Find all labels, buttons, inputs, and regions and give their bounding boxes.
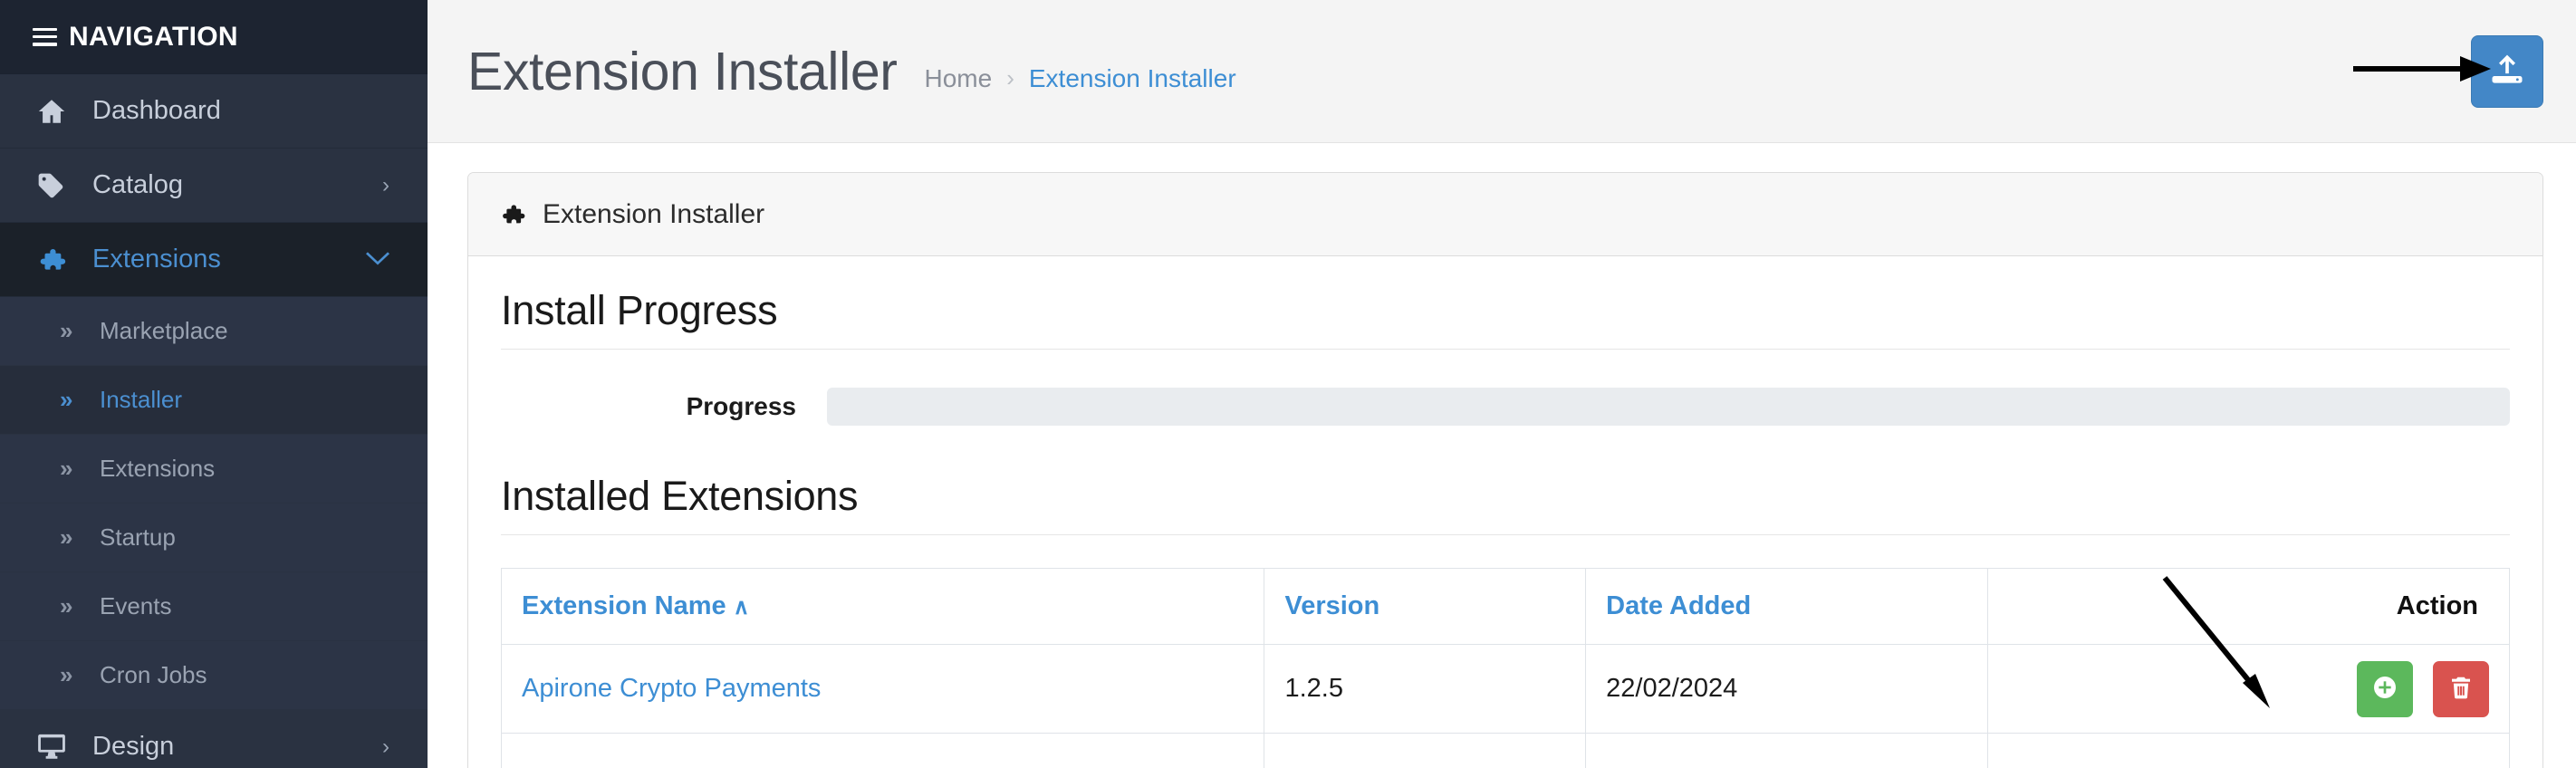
cell-action <box>1986 733 2511 768</box>
sidebar-subitem-label: Marketplace <box>100 317 228 344</box>
table-header-row: Extension Name ∧ Version Date Added Actio… <box>500 568 2511 645</box>
panel-header-title: Extension Installer <box>543 198 765 229</box>
sidebar-item-label: Design <box>92 732 175 761</box>
progress-bar <box>827 388 2510 426</box>
plus-circle-icon <box>2370 673 2399 705</box>
installed-extensions-title: Installed Extensions <box>501 473 2510 535</box>
uninstall-button[interactable] <box>2433 660 2489 717</box>
tag-icon <box>36 171 78 200</box>
header-actions <box>2471 34 2543 108</box>
double-chevron-icon: » <box>60 317 72 344</box>
page-title: Extension Installer <box>467 41 898 101</box>
double-chevron-icon: » <box>60 386 72 413</box>
table-row <box>500 733 2511 768</box>
column-header-action: Action <box>1986 568 2511 645</box>
chevron-right-icon: › <box>382 734 389 759</box>
upload-button[interactable] <box>2471 34 2543 108</box>
hamburger-icon[interactable] <box>33 27 57 46</box>
double-chevron-icon: » <box>60 592 72 619</box>
panel-body: Install Progress Progress Installed Exte… <box>468 256 2542 768</box>
chevron-right-icon: › <box>1006 64 1014 91</box>
sidebar-item-label: Extensions <box>92 245 221 274</box>
navigation-header[interactable]: NAVIGATION <box>0 0 428 74</box>
installed-extensions-table: Extension Name ∧ Version Date Added Actio… <box>500 568 2511 768</box>
column-header-version[interactable]: Version <box>1264 568 1587 645</box>
sidebar-subitem-extensions[interactable]: » Extensions <box>0 435 428 504</box>
sidebar-item-design[interactable]: Design › <box>0 710 428 768</box>
sidebar-item-label: Catalog <box>92 170 183 199</box>
chevron-down-icon <box>366 249 389 271</box>
page-root: NAVIGATION Dashboard Catalog › Extension… <box>0 0 2576 768</box>
sidebar-subitem-events[interactable]: » Events <box>0 572 428 641</box>
column-header-date-added[interactable]: Date Added <box>1585 568 1988 645</box>
column-header-label: Extension Name <box>522 591 726 620</box>
panel-header: Extension Installer <box>468 173 2542 256</box>
puzzle-icon <box>36 245 78 275</box>
column-header-extension-name[interactable]: Extension Name ∧ <box>500 568 1265 645</box>
navigation-header-label: NAVIGATION <box>69 21 238 52</box>
progress-row: Progress <box>501 388 2510 426</box>
sidebar-subitem-startup[interactable]: » Startup <box>0 504 428 572</box>
install-progress-title: Install Progress <box>501 287 2510 350</box>
puzzle-icon <box>499 201 526 228</box>
extension-installer-panel: Extension Installer Install Progress Pro… <box>467 172 2543 768</box>
cell-extension-name <box>500 733 1265 768</box>
sidebar-subitem-label: Startup <box>100 523 176 551</box>
monitor-icon <box>36 732 78 763</box>
sidebar-item-extensions[interactable]: Extensions <box>0 223 428 297</box>
page-header: Extension Installer Home › Extension Ins… <box>428 0 2576 143</box>
cell-version <box>1264 733 1587 768</box>
home-icon <box>36 96 78 127</box>
sidebar-subitem-cron-jobs[interactable]: » Cron Jobs <box>0 641 428 710</box>
sort-ascending-icon: ∧ <box>733 595 750 619</box>
breadcrumb-item-home[interactable]: Home <box>924 64 992 93</box>
sidebar-item-label: Dashboard <box>92 96 221 125</box>
cell-action <box>1986 644 2511 734</box>
progress-label: Progress <box>686 392 796 420</box>
install-button[interactable] <box>2356 660 2413 717</box>
cell-date-added: 22/02/2024 <box>1585 644 1988 734</box>
cell-date-added <box>1585 733 1988 768</box>
breadcrumb: Home › Extension Installer <box>924 64 1235 93</box>
double-chevron-icon: » <box>60 455 72 482</box>
double-chevron-icon: » <box>60 523 72 551</box>
sidebar: NAVIGATION Dashboard Catalog › Extension… <box>0 0 428 768</box>
sidebar-subitem-marketplace[interactable]: » Marketplace <box>0 297 428 366</box>
sidebar-item-dashboard[interactable]: Dashboard <box>0 74 428 149</box>
cell-extension-name: Apirone Crypto Payments <box>500 644 1265 734</box>
extension-name-link[interactable]: Apirone Crypto Payments <box>522 674 821 703</box>
sidebar-subitem-label: Events <box>100 592 172 619</box>
chevron-right-icon: › <box>382 172 389 197</box>
sidebar-subitem-installer[interactable]: » Installer <box>0 366 428 435</box>
sidebar-subitem-label: Cron Jobs <box>100 661 207 688</box>
upload-icon <box>2489 52 2525 91</box>
trash-icon <box>2447 674 2475 704</box>
double-chevron-icon: » <box>60 661 72 688</box>
breadcrumb-item-extension-installer[interactable]: Extension Installer <box>1029 64 1236 93</box>
table-row: Apirone Crypto Payments 1.2.5 22/02/2024 <box>500 644 2511 734</box>
cell-version: 1.2.5 <box>1264 644 1587 734</box>
sidebar-subitem-label: Installer <box>100 386 183 413</box>
main-content: Extension Installer Home › Extension Ins… <box>428 0 2576 768</box>
sidebar-item-catalog[interactable]: Catalog › <box>0 149 428 223</box>
sidebar-subitem-label: Extensions <box>100 455 216 482</box>
